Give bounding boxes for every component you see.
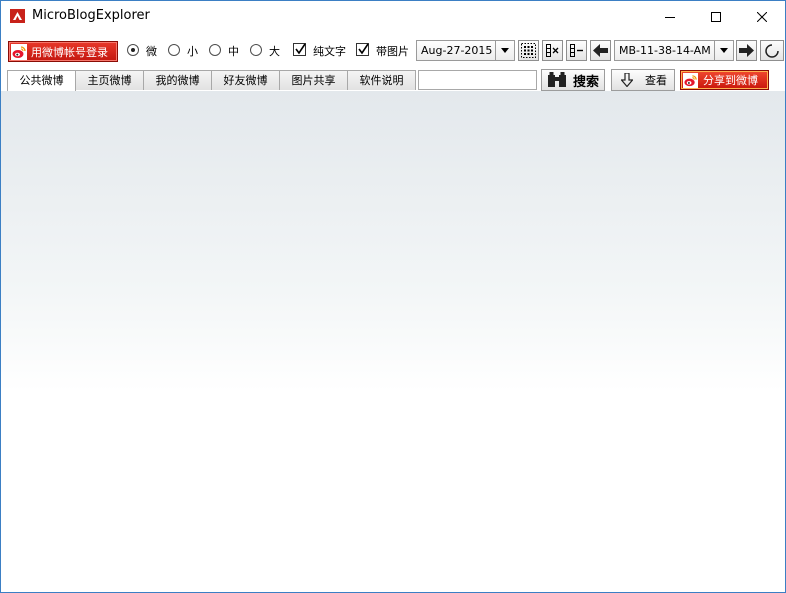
weibo-icon bbox=[11, 43, 27, 60]
chevron-down-icon bbox=[720, 48, 728, 53]
minimize-button[interactable] bbox=[647, 1, 693, 32]
checkmark-icon bbox=[295, 43, 306, 55]
maximize-button[interactable] bbox=[693, 1, 739, 32]
tab-mine[interactable]: 我的微博 bbox=[143, 70, 212, 90]
date-select[interactable]: Aug-27-2015 bbox=[416, 40, 515, 61]
close-button[interactable] bbox=[739, 1, 785, 32]
refresh-button[interactable] bbox=[760, 40, 784, 61]
refresh-icon bbox=[765, 43, 779, 58]
app-logo-icon bbox=[10, 9, 25, 23]
close-icon bbox=[757, 11, 767, 22]
file-select[interactable]: MB-11-38-14-AM bbox=[614, 40, 734, 61]
file-dropdown-arrow[interactable] bbox=[714, 41, 733, 60]
binoculars-icon bbox=[548, 72, 566, 87]
with-images-label: 带图片 bbox=[376, 45, 409, 58]
weibo-login-label: 用微博帐号登录 bbox=[31, 45, 108, 59]
with-images-checkbox[interactable] bbox=[356, 43, 369, 56]
size-label-micro: 微 bbox=[146, 45, 157, 58]
tab-image-share[interactable]: 图片共享 bbox=[279, 70, 348, 90]
select-all-button[interactable] bbox=[518, 40, 539, 61]
search-input[interactable] bbox=[418, 70, 537, 90]
date-select-value: Aug-27-2015 bbox=[421, 44, 493, 57]
tab-friends[interactable]: 好友微博 bbox=[211, 70, 280, 90]
text-only-checkbox[interactable] bbox=[293, 43, 306, 56]
weibo-icon bbox=[683, 72, 698, 88]
collapse-button[interactable] bbox=[566, 40, 587, 61]
list-clear-icon bbox=[546, 44, 559, 57]
list-minus-icon bbox=[570, 44, 583, 57]
next-button[interactable] bbox=[736, 40, 757, 61]
share-button-label: 分享到微博 bbox=[703, 74, 758, 87]
maximize-icon bbox=[711, 11, 721, 22]
window-title: MicroBlogExplorer bbox=[32, 8, 150, 23]
size-label-large: 大 bbox=[269, 45, 280, 58]
size-radio-micro[interactable] bbox=[127, 44, 139, 56]
arrow-down-icon bbox=[621, 73, 633, 87]
size-label-medium: 中 bbox=[228, 45, 239, 58]
feed-content-area[interactable] bbox=[1, 91, 785, 592]
text-only-label: 纯文字 bbox=[313, 45, 346, 58]
previous-button[interactable] bbox=[590, 40, 611, 61]
search-button[interactable]: 搜索 bbox=[541, 69, 605, 91]
clear-selection-button[interactable] bbox=[542, 40, 563, 61]
checkmark-icon bbox=[358, 43, 369, 55]
size-radio-medium[interactable] bbox=[209, 44, 221, 56]
feed-tabs: 公共微博 主页微博 我的微博 好友微博 图片共享 软件说明 bbox=[7, 70, 416, 92]
size-radio-large[interactable] bbox=[250, 44, 262, 56]
arrow-left-icon bbox=[593, 44, 608, 57]
title-bar: MicroBlogExplorer bbox=[1, 1, 785, 32]
tab-help[interactable]: 软件说明 bbox=[347, 70, 416, 90]
share-to-weibo-button[interactable]: 分享到微博 bbox=[680, 70, 769, 90]
chevron-down-icon bbox=[501, 48, 509, 53]
date-dropdown-arrow[interactable] bbox=[495, 41, 514, 60]
weibo-login-button[interactable]: 用微博帐号登录 bbox=[8, 41, 118, 62]
search-button-label: 搜索 bbox=[573, 74, 600, 90]
size-radio-small[interactable] bbox=[168, 44, 180, 56]
arrow-right-icon bbox=[739, 44, 754, 57]
view-button-label: 查看 bbox=[645, 74, 667, 87]
app-window: MicroBlogExplorer 用微博帐号登录 微 小 中 大 纯文字 带图… bbox=[0, 0, 786, 593]
tab-public[interactable]: 公共微博 bbox=[7, 70, 76, 92]
main-toolbar: 用微博帐号登录 微 小 中 大 纯文字 带图片 Aug-27-2015 MB-1… bbox=[1, 38, 785, 64]
grid-select-icon bbox=[521, 43, 536, 58]
view-button[interactable]: 查看 bbox=[611, 69, 675, 91]
file-select-value: MB-11-38-14-AM bbox=[619, 44, 711, 57]
tab-home[interactable]: 主页微博 bbox=[75, 70, 144, 90]
minimize-icon bbox=[665, 16, 675, 18]
size-label-small: 小 bbox=[187, 45, 198, 58]
